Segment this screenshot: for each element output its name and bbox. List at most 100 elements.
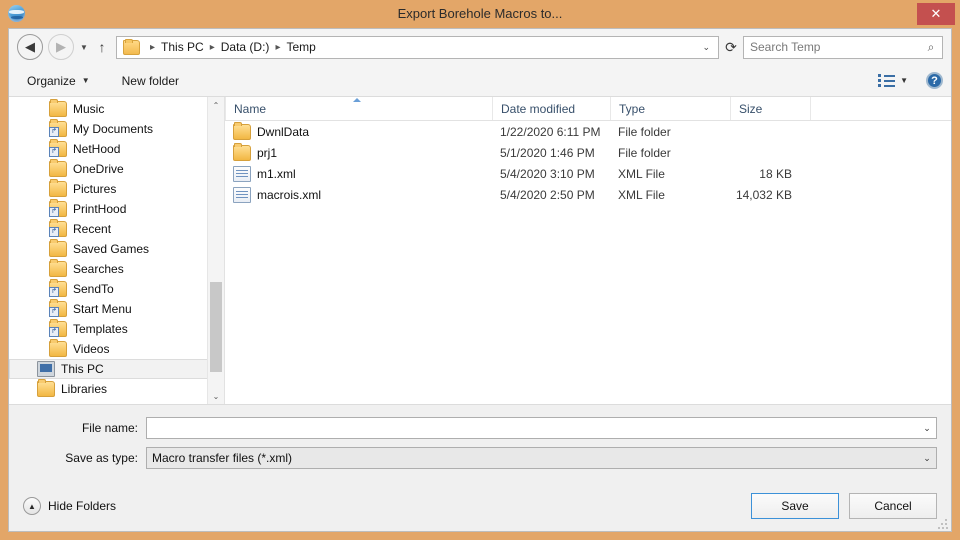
scroll-up-button[interactable]: ⌃ bbox=[208, 97, 224, 113]
breadcrumb-temp[interactable]: Temp bbox=[286, 40, 315, 54]
folder-icon bbox=[49, 181, 67, 197]
filename-label: File name: bbox=[23, 421, 146, 435]
file-name-cell: macrois.xml bbox=[225, 187, 492, 203]
file-type-cell: File folder bbox=[610, 146, 730, 160]
cancel-button[interactable]: Cancel bbox=[849, 493, 937, 519]
shortcut-badge-icon: ↱ bbox=[49, 207, 59, 217]
scroll-down-button[interactable]: ⌄ bbox=[208, 388, 224, 404]
chevron-down-icon: ▼ bbox=[82, 76, 90, 85]
up-button[interactable]: ↑ bbox=[92, 39, 112, 55]
shortcut-badge-icon: ↱ bbox=[49, 287, 59, 297]
nav-item-label: Pictures bbox=[73, 182, 116, 196]
nav-item-label: My Documents bbox=[73, 122, 153, 136]
breadcrumb-data-d[interactable]: Data (D:) bbox=[221, 40, 270, 54]
navigation-scrollbar[interactable]: ⌃ ⌄ bbox=[207, 97, 224, 404]
breadcrumb-this-pc[interactable]: This PC bbox=[161, 40, 204, 54]
nav-item-onedrive[interactable]: OneDrive bbox=[9, 159, 224, 179]
file-date-cell: 5/4/2020 2:50 PM bbox=[492, 188, 610, 202]
save-as-dialog: Export Borehole Macros to... ✕ ◀ ▶ ▼ ↑ ▸… bbox=[0, 0, 960, 540]
column-header-size[interactable]: Size bbox=[730, 97, 810, 120]
search-input[interactable] bbox=[744, 39, 920, 55]
file-row[interactable]: prj15/1/2020 1:46 PMFile folder bbox=[225, 142, 951, 163]
close-button[interactable]: ✕ bbox=[917, 3, 955, 25]
column-header-date-modified[interactable]: Date modified bbox=[492, 97, 610, 120]
nav-item-templates[interactable]: ↱Templates bbox=[9, 319, 224, 339]
nav-item-printhood[interactable]: ↱PrintHood bbox=[9, 199, 224, 219]
file-type-cell: XML File bbox=[610, 167, 730, 181]
search-box[interactable]: ⌕ bbox=[743, 36, 943, 59]
nav-item-label: Start Menu bbox=[73, 302, 132, 316]
shortcut-folder-icon: ↱ bbox=[49, 141, 67, 157]
scrollbar-thumb[interactable] bbox=[210, 282, 222, 372]
shortcut-badge-icon: ↱ bbox=[49, 227, 59, 237]
nav-item-start-menu[interactable]: ↱ Start Menu bbox=[9, 299, 224, 319]
shortcut-folder-icon: ↱ bbox=[49, 301, 67, 317]
file-date-cell: 1/22/2020 6:11 PM bbox=[492, 125, 610, 139]
chevron-down-icon[interactable]: ⌄ bbox=[918, 453, 936, 464]
file-name-label: prj1 bbox=[257, 146, 277, 160]
nav-item-my-documents[interactable]: ↱ My Documents bbox=[9, 119, 224, 139]
shortcut-folder-icon: ↱ bbox=[49, 121, 67, 137]
nav-item-label: Searches bbox=[73, 262, 124, 276]
file-row[interactable]: m1.xml5/4/2020 3:10 PMXML File18 KB bbox=[225, 163, 951, 184]
nav-item-nethood[interactable]: ↱NetHood bbox=[9, 139, 224, 159]
help-icon[interactable]: ? bbox=[926, 72, 943, 89]
resize-grip[interactable] bbox=[938, 519, 948, 529]
list-view-icon[interactable] bbox=[878, 74, 896, 88]
chevron-down-icon[interactable]: ⌄ bbox=[694, 42, 718, 53]
filename-input[interactable] bbox=[147, 420, 918, 436]
file-form: File name: ⌄ Save as type: Macro transfe… bbox=[9, 404, 951, 483]
nav-item-libraries[interactable]: Libraries bbox=[9, 379, 224, 399]
new-folder-button[interactable]: New folder bbox=[112, 70, 189, 92]
folder-icon bbox=[49, 341, 67, 357]
recent-locations-button[interactable]: ▼ bbox=[76, 43, 92, 52]
nav-item-label: Videos bbox=[73, 342, 109, 356]
forward-button[interactable]: ▶ bbox=[48, 34, 74, 60]
breadcrumb-separator-1: ▸ bbox=[210, 42, 215, 53]
nav-item-label: OneDrive bbox=[73, 162, 124, 176]
file-date-cell: 5/4/2020 3:10 PM bbox=[492, 167, 610, 181]
window-title: Export Borehole Macros to... bbox=[0, 0, 960, 28]
filetype-label: Save as type: bbox=[23, 451, 146, 465]
file-row[interactable]: DwnlData1/22/2020 6:11 PMFile folder bbox=[225, 121, 951, 142]
shortcut-folder-icon: ↱ bbox=[49, 221, 67, 237]
filetype-combo[interactable]: Macro transfer files (*.xml) ⌄ bbox=[146, 447, 937, 469]
shortcut-badge-icon: ↱ bbox=[49, 147, 59, 157]
organize-button[interactable]: Organize ▼ bbox=[17, 70, 100, 92]
search-icon[interactable]: ⌕ bbox=[920, 40, 942, 55]
nav-item-videos[interactable]: Videos bbox=[9, 339, 224, 359]
file-row[interactable]: macrois.xml5/4/2020 2:50 PMXML File14,03… bbox=[225, 184, 951, 205]
folder-icon bbox=[233, 145, 251, 161]
chevron-down-icon[interactable]: ▼ bbox=[900, 76, 908, 85]
dialog-footer: ▲ Hide Folders Save Cancel bbox=[9, 483, 951, 531]
folder-icon bbox=[123, 40, 140, 55]
nav-item-pictures[interactable]: Pictures bbox=[9, 179, 224, 199]
file-type-cell: XML File bbox=[610, 188, 730, 202]
chevron-down-icon[interactable]: ⌄ bbox=[918, 423, 936, 434]
chevron-up-icon: ▲ bbox=[23, 497, 41, 515]
filename-combo[interactable]: ⌄ bbox=[146, 417, 937, 439]
shortcut-badge-icon: ↱ bbox=[49, 327, 59, 337]
hide-folders-button[interactable]: ▲ Hide Folders bbox=[23, 497, 116, 515]
new-folder-label: New folder bbox=[122, 74, 179, 88]
column-header-type[interactable]: Type bbox=[610, 97, 730, 120]
nav-item-searches[interactable]: Searches bbox=[9, 259, 224, 279]
nav-item-music[interactable]: Music bbox=[9, 99, 224, 119]
dialog-buttons: Save Cancel bbox=[751, 493, 937, 519]
refresh-icon[interactable]: ⟳ bbox=[719, 39, 743, 56]
nav-item-label: Recent bbox=[73, 222, 111, 236]
save-button[interactable]: Save bbox=[751, 493, 839, 519]
nav-item-recent[interactable]: ↱ Recent bbox=[9, 219, 224, 239]
back-button[interactable]: ◀ bbox=[17, 34, 43, 60]
folder-icon bbox=[49, 241, 67, 257]
toolbar-right-group: ▼ ? bbox=[878, 72, 943, 89]
nav-item-this-pc[interactable]: This PC bbox=[9, 359, 224, 379]
breadcrumb-bar[interactable]: ▸ This PC ▸ Data (D:) ▸ Temp ⌄ bbox=[116, 36, 719, 59]
nav-item-sendto[interactable]: ↱SendTo bbox=[9, 279, 224, 299]
filetype-value: Macro transfer files (*.xml) bbox=[147, 451, 918, 465]
address-bar: ◀ ▶ ▼ ↑ ▸ This PC ▸ Data (D:) ▸ Temp ⌄ ⟳… bbox=[9, 29, 951, 65]
folder-icon bbox=[233, 124, 251, 140]
nav-item-saved-games[interactable]: Saved Games bbox=[9, 239, 224, 259]
navigation-pane: Music ↱ My Documents ↱NetHood OneDrive Pictur… bbox=[9, 97, 225, 404]
file-name-label: DwnlData bbox=[257, 125, 309, 139]
